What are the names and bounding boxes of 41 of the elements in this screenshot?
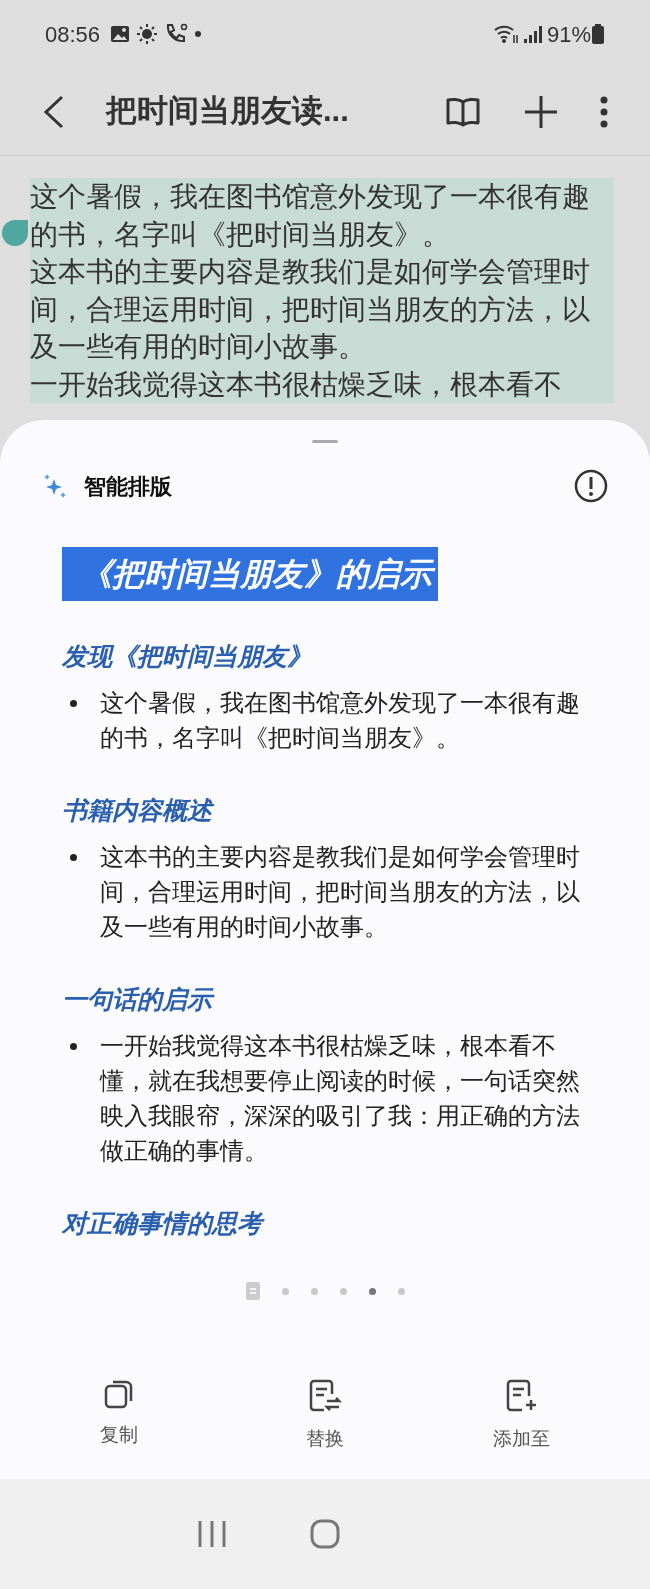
image-icon (110, 24, 131, 44)
selection-handle-icon[interactable] (2, 220, 28, 246)
phone-icon (164, 23, 189, 45)
bullet-icon (70, 700, 77, 707)
document-heading: 《把时间当朋友》的启示 (62, 547, 438, 601)
note-paragraph: 这个暑假，我在图书馆意外发现了一本很有趣的书，名字叫《把时间当朋友》。 (30, 178, 614, 253)
section-heading: 一句话的启示 (62, 982, 588, 1016)
book-icon[interactable] (446, 96, 480, 127)
section-heading: 发现《把时间当朋友》 (62, 641, 313, 672)
copy-button[interactable]: 复制 (100, 1378, 138, 1453)
note-title: 把时间当朋友读... (106, 92, 349, 131)
bullet-text: 一开始我觉得这本书很枯燥乏味，根本看不懂，就在我想要停止阅读的时候，一句话突然映入我眼帘，深深的吸引了我：用正确的方法做正确的事情。 (100, 1031, 581, 1166)
bullet-text: 这个暑假，我在图书馆意外发现了一本很有趣的书，名字叫《把时间当朋友》。 (100, 688, 581, 753)
sparkle-icon (42, 473, 68, 499)
bullet-text: 这本书的主要内容是教我们是如何学会管理时间，合理运用时间，把时间当朋友的方法，以及一些有用的时间小故事。 (100, 842, 581, 942)
bullet-icon (70, 854, 77, 861)
status-time: 08:56 (45, 20, 101, 49)
drag-handle[interactable] (312, 440, 338, 443)
home-button[interactable] (310, 1519, 340, 1549)
note-paragraph: 这本书的主要内容是教我们是如何学会管理时间，合理运用时间，把时间当朋友的方法，以及一些有用的时间小故事。 (30, 253, 614, 366)
section-heading: 书籍内容概述 (62, 793, 588, 827)
replace-button[interactable]: 替换 (306, 1378, 344, 1453)
battery-icon (591, 23, 605, 45)
battery-percentage: 91% (546, 20, 591, 49)
document-add-icon (504, 1378, 539, 1413)
dot-icon (194, 30, 203, 38)
document-swap-icon (308, 1378, 342, 1413)
add-button[interactable]: 添加至 (493, 1378, 550, 1453)
copy-icon (104, 1378, 134, 1409)
note-paragraph: 一开始我觉得这本书很枯燥乏味，根本看不 (30, 365, 614, 403)
sun-icon (136, 23, 159, 45)
wifi-icon (492, 23, 519, 45)
recent-apps-button[interactable] (196, 1520, 227, 1548)
back-button[interactable] (42, 94, 66, 129)
section-heading: 对正确事情的思考 (62, 1206, 588, 1240)
bullet-icon (70, 1043, 77, 1050)
info-icon[interactable] (574, 469, 608, 503)
more-options-icon[interactable] (600, 95, 608, 128)
signal-icon (522, 24, 543, 44)
sheet-title: 智能排版 (84, 472, 172, 501)
add-icon[interactable] (524, 94, 558, 129)
